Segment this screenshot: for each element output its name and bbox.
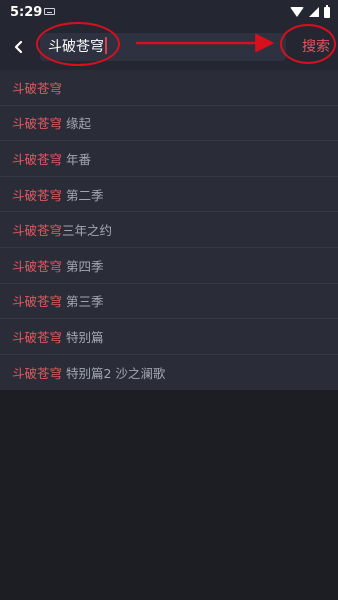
status-time: 5:29 [10, 4, 43, 20]
suggestion-suffix: 特别篇 [62, 329, 104, 345]
status-icons [290, 4, 330, 18]
suggestion-keyword: 斗破苍穹 [12, 223, 63, 239]
suggestion-suffix: 三年之约 [62, 223, 113, 239]
signal-icon [309, 7, 319, 17]
suggestion-keyword: 斗破苍穹 [12, 366, 63, 382]
battery-icon [324, 4, 330, 18]
suggestion-suffix: 第四季 [62, 258, 104, 274]
suggestion-item[interactable]: 斗破苍穹 特别篇 [0, 319, 338, 355]
suggestion-keyword: 斗破苍穹 [12, 329, 63, 345]
suggestion-suffix: 第三季 [62, 294, 104, 310]
chevron-left-icon [14, 40, 23, 54]
keyboard-icon [44, 8, 55, 15]
annotation-circle-search [280, 24, 336, 64]
suggestion-item[interactable]: 斗破苍穹 年番 [0, 141, 338, 177]
wifi-icon [290, 7, 304, 17]
suggestion-item[interactable]: 斗破苍穹 第三季 [0, 284, 338, 320]
suggestion-suffix: 第二季 [62, 187, 104, 203]
suggestion-item[interactable]: 斗破苍穹 第二季 [0, 177, 338, 213]
suggestion-item[interactable]: 斗破苍穹 第四季 [0, 248, 338, 284]
back-icon[interactable] [8, 36, 30, 58]
suggestion-keyword: 斗破苍穹 [12, 151, 63, 167]
suggestion-item[interactable]: 斗破苍穹 缘起 [0, 106, 338, 142]
suggestion-suffix: 年番 [62, 151, 91, 167]
suggestion-keyword: 斗破苍穹 [12, 258, 63, 274]
suggestion-keyword: 斗破苍穹 [12, 116, 63, 132]
suggestion-keyword: 斗破苍穹 [12, 80, 63, 96]
annotation-circle-input [36, 22, 120, 66]
suggestion-item[interactable]: 斗破苍穹 三年之约 [0, 212, 338, 248]
suggestion-suffix: 缘起 [62, 116, 91, 132]
suggestion-item[interactable]: 斗破苍穹 特别篇2 沙之澜歌 [0, 355, 338, 391]
suggestion-list: 斗破苍穹 斗破苍穹 缘起 斗破苍穹 年番 斗破苍穹 第二季 斗破苍穹 三年之约 斗破苍穹 第… [0, 70, 338, 391]
suggestion-keyword: 斗破苍穹 [12, 187, 63, 203]
suggestion-item[interactable]: 斗破苍穹 [0, 70, 338, 106]
suggestion-suffix: 特别篇2 沙之澜歌 [62, 366, 166, 382]
suggestion-keyword: 斗破苍穹 [12, 294, 63, 310]
